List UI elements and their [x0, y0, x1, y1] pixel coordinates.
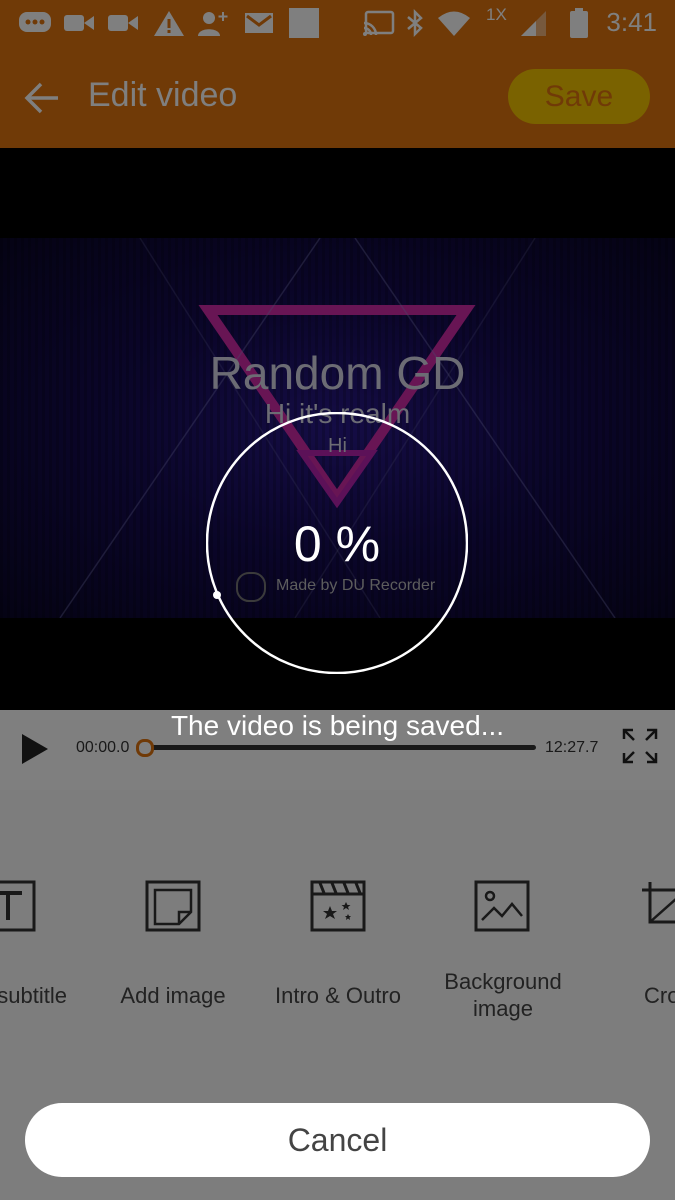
- saving-message: The video is being saved...: [170, 710, 505, 741]
- progress-ring-marker: [213, 591, 221, 599]
- progress-percent-text: 0 %: [293, 516, 381, 572]
- cancel-button[interactable]: Cancel: [25, 1103, 650, 1177]
